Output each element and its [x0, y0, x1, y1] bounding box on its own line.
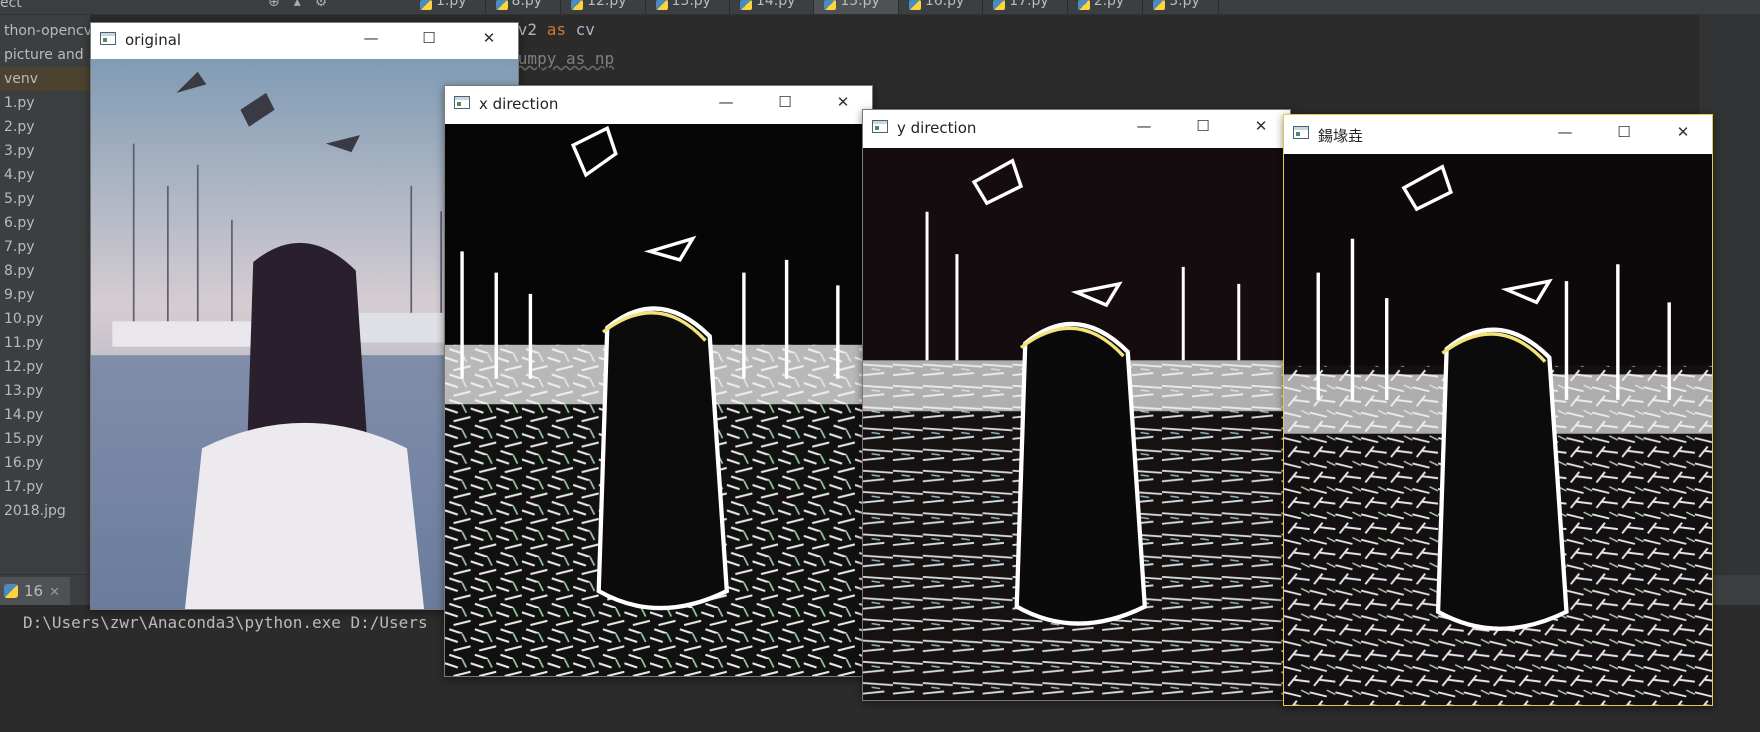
project-tree-item[interactable]: 17.py — [4, 475, 43, 499]
editor-tab-label: 3.py — [1169, 0, 1200, 9]
python-file-icon — [571, 0, 584, 10]
project-tree-item[interactable]: 2.py — [4, 115, 35, 139]
editor-tab-label: 15.py — [840, 0, 880, 9]
editor-tab[interactable]: 8.py✕ — [486, 0, 562, 14]
combined-window[interactable]: 鍚堟垚 — ☐ ✕ — [1283, 114, 1713, 706]
combined-window-titlebar[interactable]: 鍚堟垚 — ☐ ✕ — [1284, 115, 1712, 154]
y-direction-window[interactable]: y direction — ☐ ✕ — [862, 109, 1291, 701]
python-file-icon — [1077, 0, 1090, 10]
toolbar-icons: ⊕▴⚙ — [268, 0, 342, 10]
project-tree-item[interactable]: 16.py — [4, 451, 43, 475]
project-tree-item[interactable]: 10.py — [4, 307, 43, 331]
editor-tab-label: 17.py — [1009, 0, 1049, 9]
y-direction-window-titlebar[interactable]: y direction — ☐ ✕ — [863, 110, 1290, 148]
maximize-button[interactable]: ☐ — [406, 29, 452, 47]
project-tree-item[interactable]: 6.py — [4, 211, 35, 235]
x-direction-window[interactable]: x direction — ☐ ✕ — [444, 85, 873, 677]
close-button[interactable]: ✕ — [1238, 117, 1284, 135]
python-file-icon — [1153, 0, 1166, 10]
project-tree-item[interactable]: 2018.jpg — [4, 499, 66, 523]
x-direction-window-titlebar[interactable]: x direction — ☐ ✕ — [445, 86, 872, 124]
project-tree-panel: thon-opencv picture and venv 1.py 2.py 3.py 4.… — [0, 15, 90, 575]
project-tree-item[interactable]: 15.py — [4, 427, 43, 451]
editor-tab[interactable]: 14.py✕ — [730, 0, 815, 14]
editor-tab[interactable]: 15.py✕ — [814, 0, 899, 14]
combined-edge-image — [1284, 154, 1712, 705]
python-file-icon — [655, 0, 668, 10]
editor-tab-label: 1.py — [436, 0, 467, 9]
editor-tab-label: 13.py — [671, 0, 711, 9]
project-tree-item[interactable]: picture and — [4, 43, 84, 67]
project-tree-item[interactable]: 7.py — [4, 235, 35, 259]
minimize-button[interactable]: — — [1542, 123, 1588, 141]
python-file-icon — [420, 0, 432, 10]
minimize-button[interactable]: — — [1121, 117, 1167, 135]
editor-tab-label: 14.py — [755, 0, 796, 9]
project-label: ect — [0, 0, 22, 11]
project-tree-item[interactable]: 13.py — [4, 379, 43, 403]
project-tree-item[interactable]: 9.py — [4, 283, 35, 307]
editor-tab[interactable]: 17.py✕ — [983, 0, 1068, 14]
python-file-icon — [824, 0, 837, 10]
run-tab-label: 16 — [24, 582, 44, 600]
project-tree-item[interactable]: 3.py — [4, 139, 35, 163]
project-tree-item[interactable]: 11.py — [4, 331, 43, 355]
project-tree-item[interactable]: venv — [0, 67, 90, 91]
editor-tab[interactable]: 3.py✕ — [1143, 0, 1219, 14]
maximize-button[interactable]: ☐ — [762, 93, 808, 111]
project-tree-item[interactable]: 4.py — [4, 163, 35, 187]
project-tree-item[interactable]: 8.py — [4, 259, 35, 283]
editor-tab[interactable]: 16.py✕ — [899, 0, 984, 14]
run-tab[interactable]: 16 ✕ — [0, 577, 70, 605]
window-title: y direction — [897, 119, 977, 137]
console-output-line: D:\Users\zwr\Anaconda3\python.exe D:/Use… — [23, 613, 428, 632]
x-direction-edge-image — [445, 124, 872, 676]
editor-tab[interactable]: 1.py✕ — [410, 0, 486, 14]
close-button[interactable]: ✕ — [466, 29, 512, 47]
close-button[interactable]: ✕ — [1660, 123, 1706, 141]
close-button[interactable]: ✕ — [820, 93, 866, 111]
editor-tab-bar: ect ⊕▴⚙ 1.py✕8.py✕12.py✕13.py✕14.py✕15.p… — [0, 0, 1760, 15]
editor-tab-label: 2.py — [1093, 0, 1125, 9]
editor-tab-label: 16.py — [924, 0, 965, 9]
window-title: x direction — [479, 95, 559, 113]
project-tree-item[interactable]: thon-opencv — [4, 19, 90, 43]
window-app-icon — [872, 120, 888, 133]
project-tree-item[interactable]: 12.py — [4, 355, 43, 379]
minimize-button[interactable]: — — [703, 93, 749, 111]
python-file-icon — [495, 0, 508, 10]
editor-tab[interactable]: 13.py✕ — [646, 0, 730, 14]
window-title: original — [125, 31, 182, 49]
maximize-button[interactable]: ☐ — [1180, 117, 1226, 135]
editor-tab[interactable]: 2.py✕ — [1068, 0, 1144, 14]
editor-tabs: 1.py✕8.py✕12.py✕13.py✕14.py✕15.py✕16.py✕… — [410, 0, 1219, 14]
project-tree-item[interactable]: 14.py — [4, 403, 43, 427]
close-icon[interactable]: ✕ — [49, 585, 60, 600]
editor-tab[interactable]: 12.py✕ — [561, 0, 646, 14]
editor-tab-label: 12.py — [587, 0, 627, 9]
window-app-icon — [454, 96, 470, 109]
minimize-button[interactable]: — — [348, 29, 394, 47]
window-app-icon — [1293, 126, 1309, 139]
python-file-icon — [993, 0, 1006, 10]
editor-tab-label: 8.py — [511, 0, 543, 9]
window-title: 鍚堟垚 — [1318, 127, 1364, 145]
y-direction-edge-image — [863, 148, 1290, 700]
project-tree-item[interactable]: 5.py — [4, 187, 35, 211]
original-window-titlebar[interactable]: original — ☐ ✕ — [91, 23, 518, 59]
project-tree-item[interactable]: 1.py — [4, 91, 35, 115]
python-icon — [4, 584, 18, 598]
maximize-button[interactable]: ☐ — [1601, 123, 1647, 141]
window-app-icon — [100, 32, 116, 45]
python-file-icon — [908, 0, 921, 10]
python-file-icon — [739, 0, 752, 10]
